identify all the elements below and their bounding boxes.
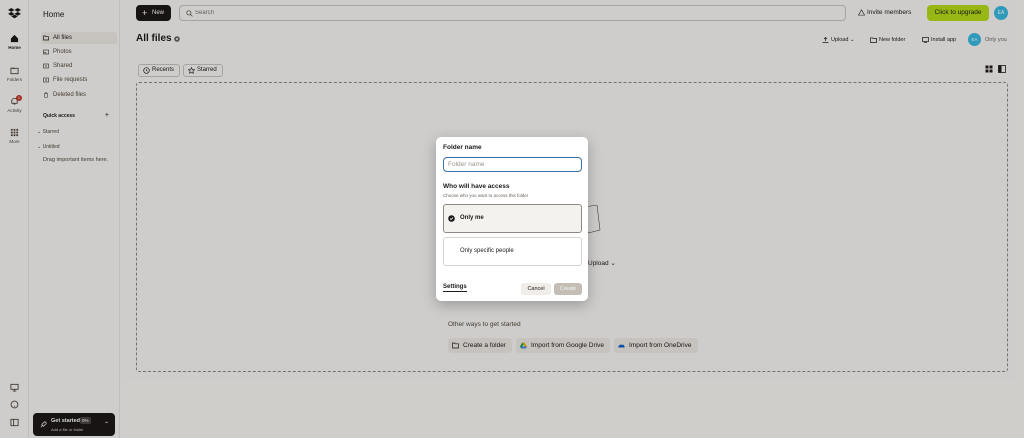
settings-link[interactable]: Settings [443, 284, 467, 292]
access-option-label: Only specific people [460, 248, 514, 254]
check-circle-icon [448, 215, 455, 222]
folder-name-label: Folder name [443, 144, 482, 151]
create-folder-dialog: Folder name Who will have access Choose … [436, 137, 588, 301]
access-subtitle: Choose who you want to access this folde… [443, 193, 529, 198]
cancel-button[interactable]: Cancel [521, 283, 551, 295]
access-option-label: Only me [460, 215, 484, 221]
access-option-only-me[interactable]: Only me [443, 204, 582, 233]
access-heading: Who will have access [443, 183, 510, 190]
create-button[interactable]: Create [554, 283, 582, 295]
folder-name-input[interactable] [443, 157, 582, 172]
access-option-specific-people[interactable]: Only specific people [443, 237, 582, 266]
